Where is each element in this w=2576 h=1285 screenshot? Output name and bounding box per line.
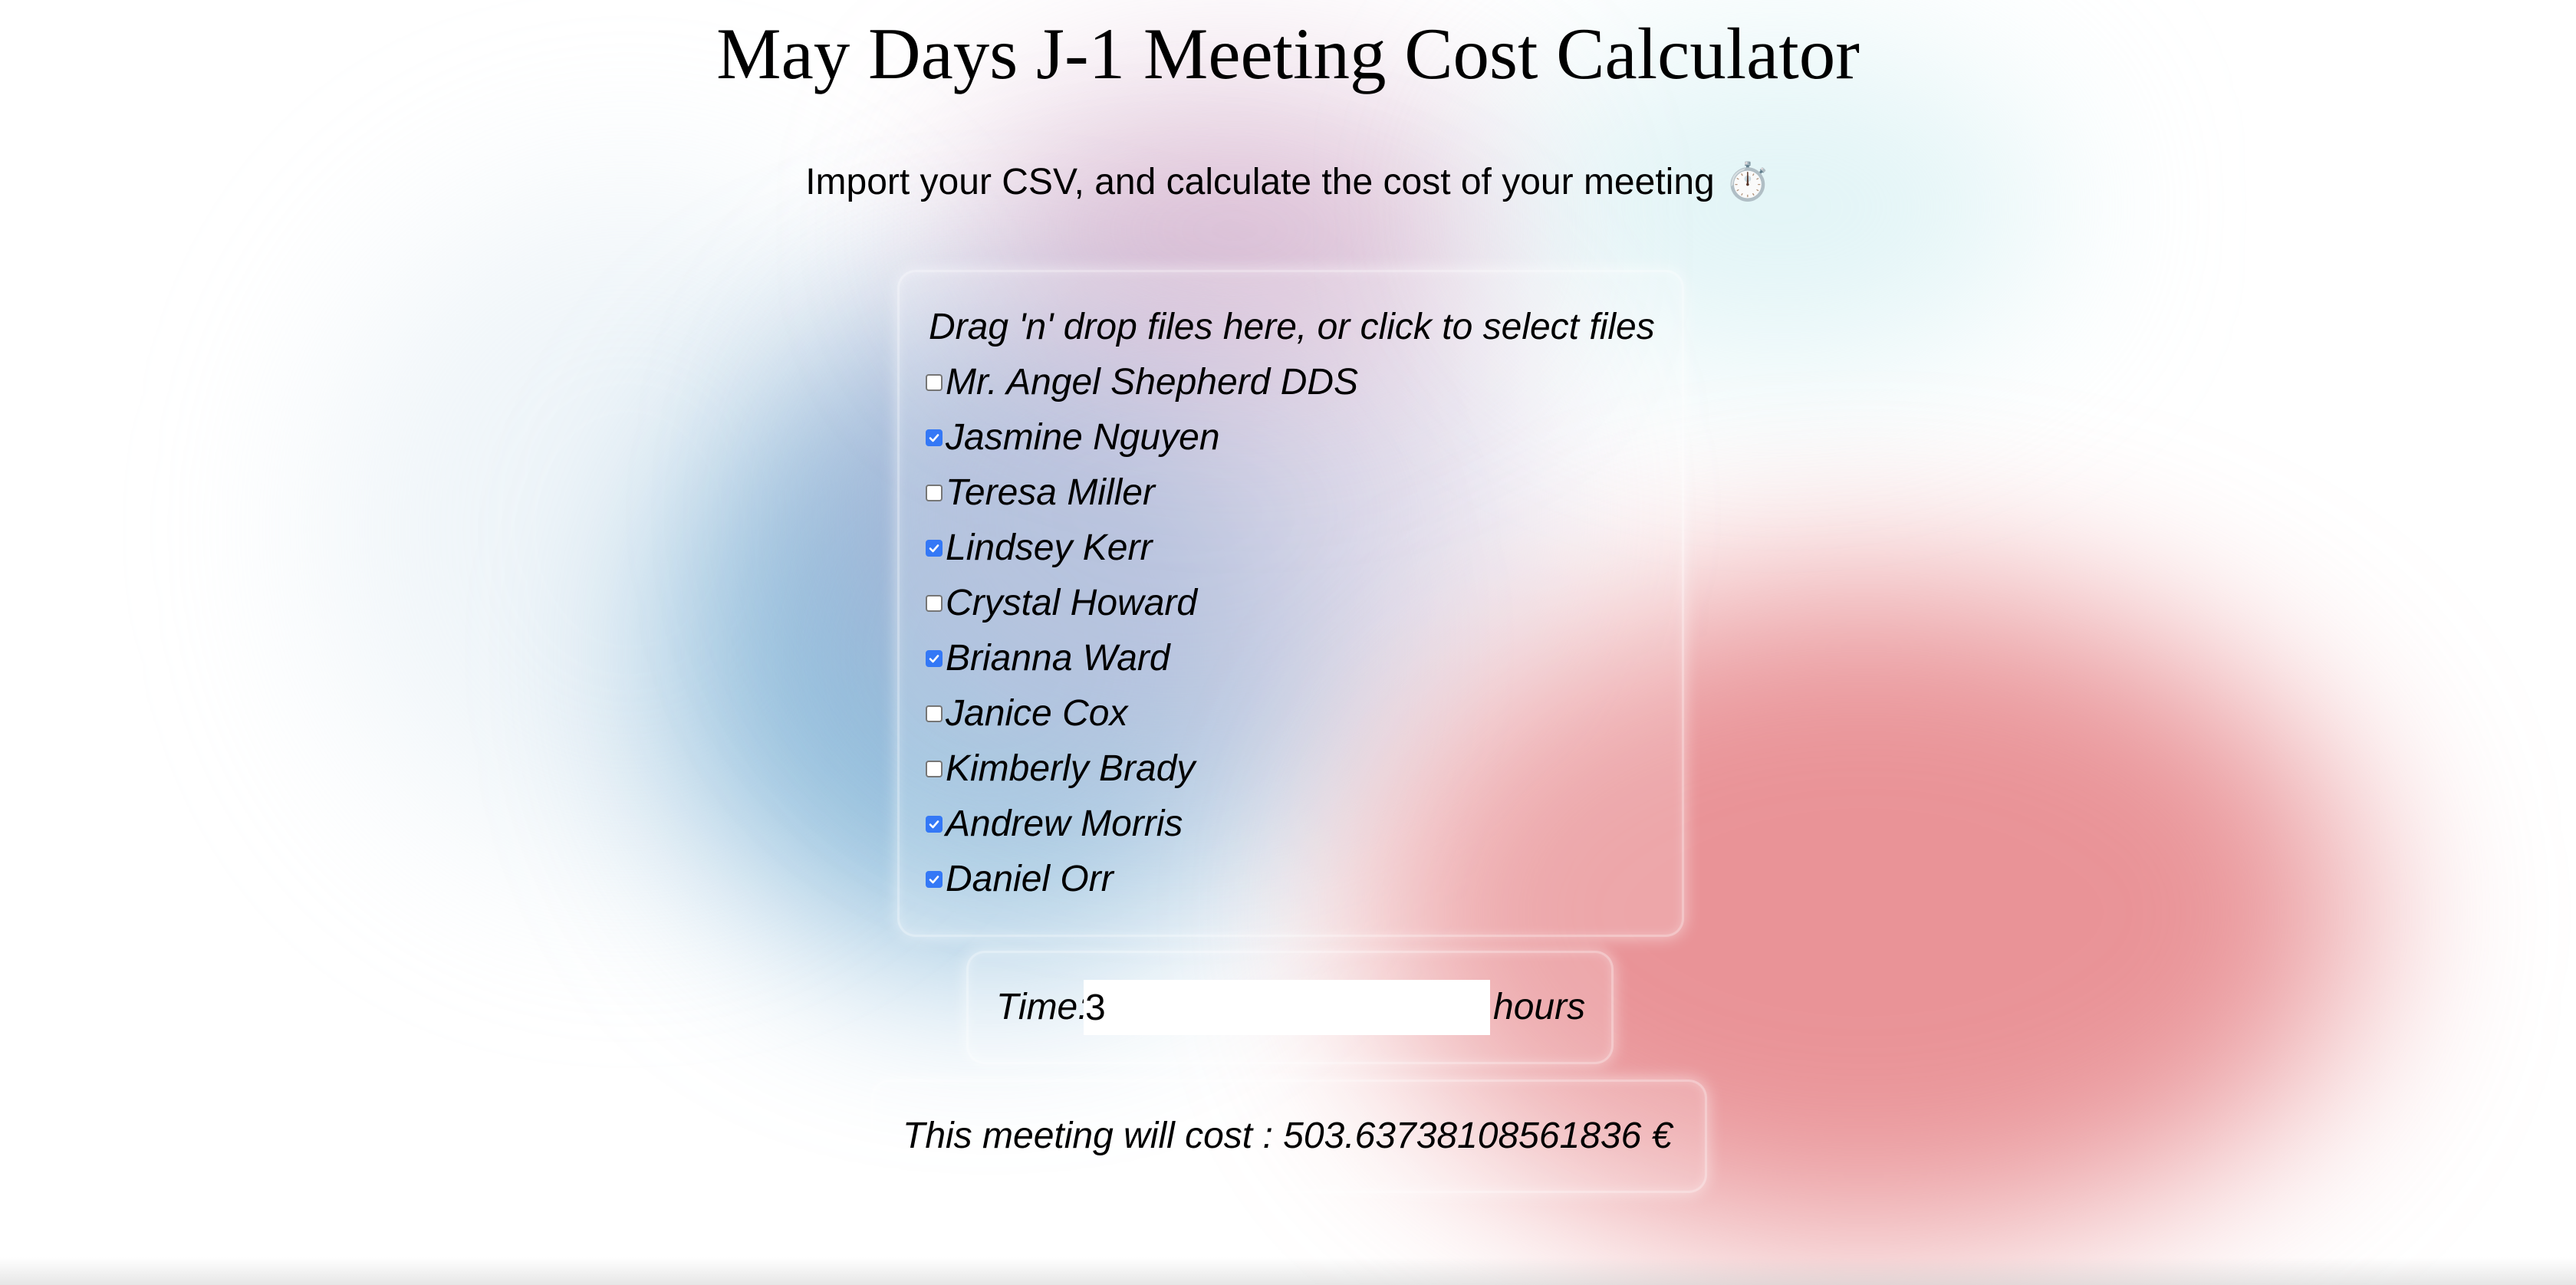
csv-dropzone[interactable]: Drag 'n' drop files here, or click to se… (897, 270, 1684, 937)
attendee-checkbox[interactable] (926, 705, 943, 722)
time-input[interactable] (1084, 980, 1490, 1035)
list-item: Brianna Ward (926, 631, 1358, 686)
attendee-checkbox[interactable] (926, 485, 943, 501)
cost-panel: This meeting will cost : 503.63738108561… (871, 1080, 1707, 1193)
list-item: Janice Cox (926, 686, 1358, 741)
attendee-name: Jasmine Nguyen (946, 417, 1220, 458)
page-subtitle: Import your CSV, and calculate the cost … (805, 162, 1771, 202)
attendee-checkbox[interactable] (926, 374, 943, 391)
attendee-checkbox[interactable] (926, 429, 943, 446)
page-title: May Days J-1 Meeting Cost Calculator (716, 13, 1860, 94)
attendee-name: Daniel Orr (946, 859, 1114, 899)
list-item: Andrew Morris (926, 797, 1358, 852)
list-item: Daniel Orr (926, 852, 1358, 907)
list-item: Kimberly Brady (926, 741, 1358, 797)
attendee-name: Teresa Miller (946, 472, 1155, 513)
attendee-checkbox[interactable] (926, 871, 943, 888)
meeting-cost-result: This meeting will cost : 503.63738108561… (903, 1116, 1673, 1156)
attendee-name: Janice Cox (946, 693, 1128, 734)
hours-unit-label: hours (1493, 987, 1586, 1027)
list-item: Teresa Miller (926, 465, 1358, 521)
attendee-name: Brianna Ward (946, 638, 1170, 679)
attendee-list: Mr. Angel Shepherd DDS Jasmine Nguyen Te… (926, 355, 1358, 907)
time-label: Time: (996, 987, 1088, 1027)
list-item: Lindsey Kerr (926, 521, 1358, 576)
dropzone-instructions[interactable]: Drag 'n' drop files here, or click to se… (929, 300, 1655, 355)
attendee-checkbox[interactable] (926, 761, 943, 777)
attendee-name: Crystal Howard (946, 583, 1198, 623)
list-item: Jasmine Nguyen (926, 410, 1358, 465)
time-panel: Time: hours (966, 951, 1614, 1064)
attendee-name: Kimberly Brady (946, 748, 1196, 789)
list-item: Crystal Howard (926, 576, 1358, 631)
attendee-name: Andrew Morris (946, 804, 1183, 844)
attendee-name: Mr. Angel Shepherd DDS (946, 362, 1359, 403)
attendee-checkbox[interactable] (926, 816, 943, 833)
attendee-checkbox[interactable] (926, 595, 943, 612)
attendee-checkbox[interactable] (926, 650, 943, 667)
list-item: Mr. Angel Shepherd DDS (926, 355, 1358, 410)
attendee-checkbox[interactable] (926, 540, 943, 557)
attendee-name: Lindsey Kerr (946, 527, 1153, 568)
